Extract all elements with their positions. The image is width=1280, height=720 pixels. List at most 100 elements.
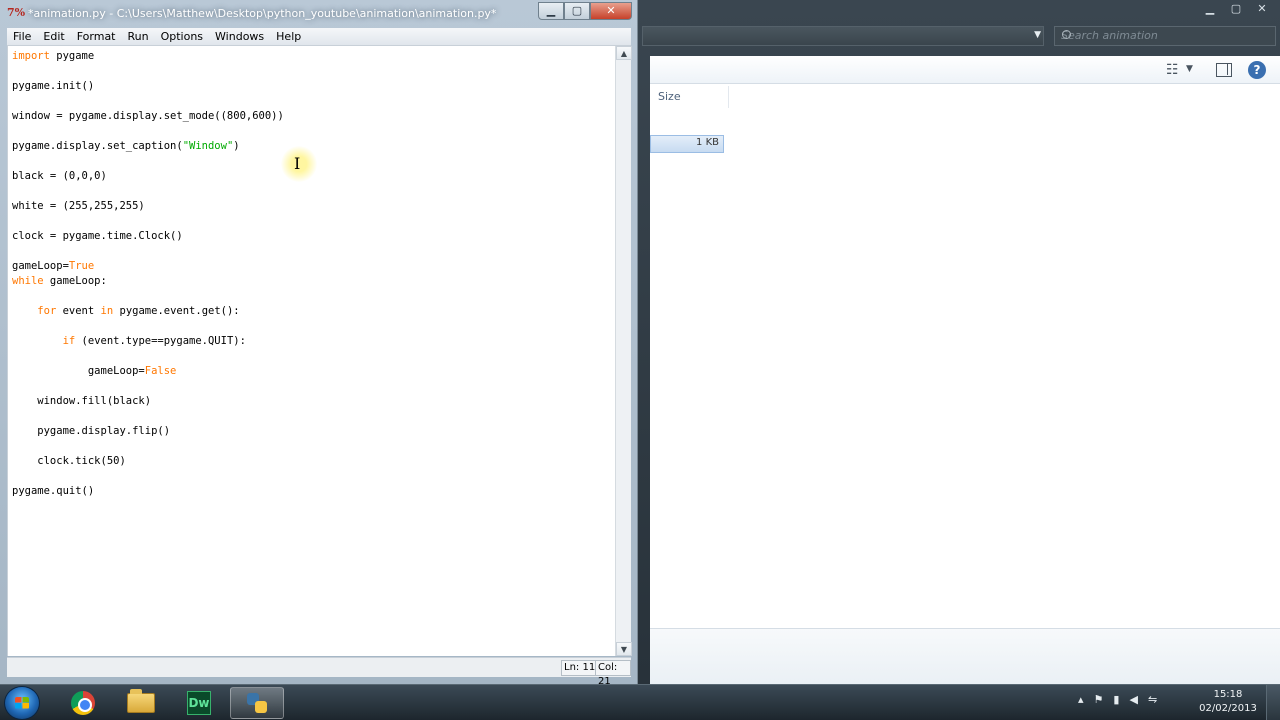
explorer-search-input[interactable]: Search animation	[1054, 26, 1276, 46]
power-icon[interactable]: ▮	[1113, 693, 1119, 706]
explorer-window: ▁ ▢ ✕ ▼ Search animation ☷ ▼ ? Size 1 KB	[638, 0, 1280, 684]
python-icon	[245, 691, 269, 715]
code-keyword: True	[68, 260, 95, 272]
explorer-window-controls: ▁ ▢ ✕	[1198, 2, 1274, 16]
code-text: pygame.display.set_caption(	[12, 140, 183, 152]
explorer-address-row: ▼ Search animation	[638, 24, 1280, 48]
column-divider[interactable]	[728, 86, 729, 108]
idle-window-controls: ▁ ▢ ✕	[538, 2, 632, 20]
show-hidden-icons-icon[interactable]: ▴	[1078, 693, 1084, 706]
code-text: clock = pygame.time.Clock()	[12, 230, 183, 242]
code-text: pygame.event.get():	[113, 305, 240, 317]
code-line[interactable]: pygame.quit()	[12, 484, 94, 498]
code-text: gameLoop:	[43, 275, 107, 287]
code-text: pygame.quit()	[12, 485, 95, 497]
code-line[interactable]: white = (255,255,255)	[12, 199, 145, 213]
minimize-icon[interactable]: ▁	[538, 2, 564, 20]
explorer-minimize-icon[interactable]: ▁	[1198, 2, 1222, 16]
system-tray: ▴ ⚑ ▮ ◀ ⇋	[1078, 693, 1157, 706]
maximize-icon[interactable]: ▢	[564, 2, 590, 20]
clock-date: 02/02/2013	[1199, 703, 1257, 714]
code-line[interactable]: pygame.display.set_caption("Window")	[12, 139, 240, 153]
code-line[interactable]: window = pygame.display.set_mode((800,60…	[12, 109, 284, 123]
column-header-size[interactable]: Size	[658, 90, 681, 103]
address-dropdown-icon[interactable]: ▼	[1034, 30, 1041, 40]
status-line: Ln: 11	[561, 660, 599, 676]
code-editor[interactable]: import pygame pygame.init() window = pygam…	[7, 46, 615, 656]
code-text: window.fill(black)	[12, 395, 152, 407]
explorer-titlebar: ▁ ▢ ✕	[638, 0, 1280, 24]
explorer-close-icon[interactable]: ✕	[1250, 2, 1274, 16]
volume-icon[interactable]: ◀	[1129, 693, 1137, 706]
code-line[interactable]: clock.tick(50)	[12, 454, 126, 468]
dreamweaver-icon: Dw	[187, 691, 211, 715]
change-view-icon[interactable]: ☷	[1166, 63, 1182, 77]
network-icon[interactable]: ⇋	[1148, 693, 1157, 706]
windows-start-icon[interactable]	[4, 686, 40, 720]
search-icon	[1062, 30, 1071, 39]
status-column: Col: 21	[595, 660, 631, 687]
taskbar-python[interactable]	[230, 687, 284, 719]
taskbar-dreamweaver[interactable]: Dw	[172, 687, 226, 719]
code-text: (event.type==pygame.QUIT):	[75, 335, 246, 347]
action-center-flag-icon[interactable]: ⚑	[1094, 693, 1104, 706]
code-text: pygame.init()	[12, 80, 95, 92]
code-line[interactable]: while gameLoop:	[12, 274, 107, 288]
code-line[interactable]: black = (0,0,0)	[12, 169, 107, 183]
code-keyword: import	[12, 50, 50, 62]
taskbar-explorer[interactable]	[114, 687, 168, 719]
menu-windows[interactable]: Windows	[209, 28, 270, 46]
code-text: gameLoop=	[12, 365, 145, 377]
file-size: 1 KB	[696, 137, 719, 148]
code-keyword: if	[62, 335, 76, 347]
code-keyword: in	[100, 305, 114, 317]
code-line[interactable]: gameLoop=True	[12, 259, 94, 273]
code-text: pygame.display.flip()	[12, 425, 171, 437]
vertical-scrollbar[interactable]: ▲ ▼	[615, 46, 632, 656]
menu-bar: File Edit Format Run Options Windows Help	[7, 28, 631, 46]
taskbar-chrome[interactable]	[56, 687, 110, 719]
explorer-details-pane	[650, 628, 1280, 684]
code-line[interactable]: if (event.type==pygame.QUIT):	[12, 334, 246, 348]
code-line[interactable]: pygame.display.flip()	[12, 424, 170, 438]
chrome-icon	[71, 691, 95, 715]
explorer-maximize-icon[interactable]: ▢	[1224, 2, 1248, 16]
scroll-down-icon[interactable]: ▼	[616, 642, 632, 656]
code-text: clock.tick(50)	[12, 455, 126, 467]
explorer-toolbar: ☷ ▼ ?	[650, 56, 1280, 84]
code-text: window = pygame.display.set_mode((800,60…	[12, 110, 284, 122]
code-line[interactable]: window.fill(black)	[12, 394, 151, 408]
menu-format[interactable]: Format	[71, 28, 122, 46]
menu-edit[interactable]: Edit	[37, 28, 70, 46]
explorer-content: ☷ ▼ ? Size 1 KB	[650, 56, 1280, 684]
show-desktop-button[interactable]	[1266, 685, 1280, 720]
address-bar[interactable]: ▼	[642, 26, 1044, 46]
menu-options[interactable]: Options	[155, 28, 209, 46]
preview-pane-icon[interactable]	[1216, 63, 1232, 77]
taskbar: Dw ▴ ⚑ ▮ ◀ ⇋ 15:18 02/02/2013	[0, 684, 1280, 720]
help-icon[interactable]: ?	[1248, 61, 1266, 79]
code-line[interactable]: pygame.init()	[12, 79, 94, 93]
menu-file[interactable]: File	[7, 28, 37, 46]
view-dropdown-icon[interactable]: ▼	[1186, 64, 1193, 74]
code-keyword: for	[37, 305, 57, 317]
code-line[interactable]: for event in pygame.event.get():	[12, 304, 240, 318]
file-row-selected[interactable]: 1 KB	[650, 135, 724, 153]
window-title: *animation.py - C:\Users\Matthew\Desktop…	[28, 7, 497, 20]
code-line[interactable]: import pygame	[12, 49, 94, 63]
clock-time: 15:18	[1213, 689, 1243, 700]
code-keyword: False	[144, 365, 177, 377]
code-text: )	[233, 140, 240, 152]
taskbar-clock[interactable]: 15:18 02/02/2013	[1198, 688, 1258, 716]
menu-help[interactable]: Help	[270, 28, 307, 46]
code-text: white = (255,255,255)	[12, 200, 145, 212]
idle-titlebar[interactable]: 7% *animation.py - C:\Users\Matthew\Desk…	[0, 0, 638, 28]
menu-run[interactable]: Run	[122, 28, 155, 46]
status-bar: Ln: 11 Col: 21	[7, 657, 631, 687]
scroll-up-icon[interactable]: ▲	[616, 46, 632, 60]
code-line[interactable]: clock = pygame.time.Clock()	[12, 229, 183, 243]
close-icon[interactable]: ✕	[590, 2, 632, 20]
code-line[interactable]: gameLoop=False	[12, 364, 177, 378]
